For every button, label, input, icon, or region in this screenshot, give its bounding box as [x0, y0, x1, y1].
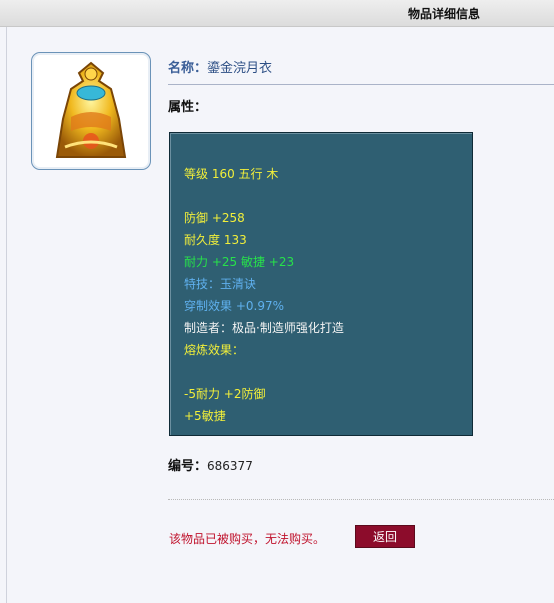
dotted-divider	[168, 499, 554, 500]
stat-maker: 制造者：极品·制造师强化打造	[184, 321, 344, 335]
stat-level: 等级 160 五行 木	[184, 167, 279, 181]
purchase-status-message: 该物品已被购买，无法购买。	[169, 532, 326, 546]
stat-smelt-line2: +5敏捷	[184, 409, 226, 423]
serial-label: 编号：	[168, 459, 208, 474]
item-name-label: 名称：	[168, 61, 208, 76]
golden-armor-robe-icon	[55, 61, 127, 158]
left-divider	[0, 27, 7, 603]
stat-durability: 耐久度 133	[184, 233, 247, 247]
stats-panel: 等级 160 五行 木 防御 +258 耐久度 133 耐力 +25 敏捷 +2…	[169, 132, 473, 436]
stat-stamina-agility: 耐力 +25 敏捷 +23	[184, 255, 295, 269]
stat-smelt-line1: -5耐力 +2防御	[184, 387, 266, 401]
item-name-row: 名称：鎏金浣月衣	[168, 57, 272, 76]
stat-skill: 特技：玉清诀	[184, 277, 257, 291]
stat-smelt-label: 熔炼效果：	[184, 343, 245, 357]
item-image-frame	[31, 52, 151, 170]
stat-pierce: 穿制效果 +0.97%	[184, 299, 284, 313]
stat-defense: 防御 +258	[184, 211, 245, 225]
back-button[interactable]: 返回	[355, 525, 415, 548]
item-name-value: 鎏金浣月衣	[207, 61, 273, 76]
header-bar: 物品详细信息	[0, 0, 554, 27]
serial-row: 编号：686377	[168, 455, 253, 474]
serial-value: 686377	[207, 459, 253, 473]
name-divider	[168, 84, 554, 85]
page-title: 物品详细信息	[408, 7, 481, 21]
attributes-label: 属性：	[168, 100, 208, 115]
